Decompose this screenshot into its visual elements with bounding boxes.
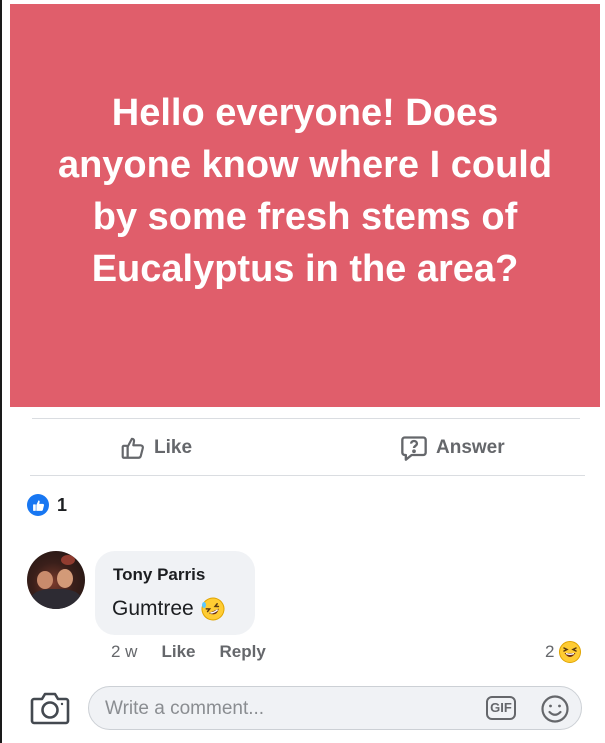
like-button[interactable]: Like — [120, 432, 192, 464]
rolling-laughing-emoji-icon — [201, 597, 225, 621]
answer-button[interactable]: Answer — [400, 432, 505, 464]
camera-button[interactable] — [30, 690, 70, 731]
comment-like-button[interactable]: Like — [161, 642, 195, 662]
comment-bubble: Tony Parris Gumtree — [95, 551, 255, 635]
question-bubble-icon — [401, 436, 427, 461]
camera-icon — [30, 692, 70, 725]
comment-input[interactable] — [103, 695, 467, 723]
comment-text: Gumtree — [112, 597, 194, 620]
reaction-count: 1 — [57, 494, 68, 515]
laughing-emoji-icon — [559, 641, 582, 663]
reaction-summary[interactable]: 1 — [27, 494, 67, 516]
comment-meta: 2 w Like Reply — [111, 642, 266, 662]
comment-text-row: Gumtree — [112, 596, 226, 622]
thumbs-up-icon — [121, 437, 144, 459]
comment-reactions[interactable]: 2 — [545, 640, 582, 664]
smiley-icon — [541, 695, 569, 723]
comment-reply-button[interactable]: Reply — [220, 642, 266, 662]
divider-top — [32, 418, 580, 419]
window-edge — [0, 0, 2, 743]
post-banner: Hello everyone! Does anyone know where I… — [10, 4, 600, 407]
emoji-button[interactable] — [540, 694, 570, 729]
avatar[interactable] — [27, 551, 85, 609]
action-row: Like Answer — [30, 424, 585, 472]
comment-reaction-count: 2 — [545, 642, 555, 661]
comment-composer[interactable]: GIF — [88, 686, 582, 730]
comment-time: 2 w — [111, 642, 138, 661]
gif-button[interactable]: GIF — [486, 696, 516, 720]
thumbs-up-icon — [27, 494, 49, 516]
like-button-label: Like — [154, 437, 193, 458]
comment-author[interactable]: Tony Parris — [113, 565, 205, 585]
answer-button-label: Answer — [436, 437, 505, 458]
post-text: Hello everyone! Does anyone know where I… — [57, 91, 553, 290]
divider-bottom — [30, 475, 585, 476]
